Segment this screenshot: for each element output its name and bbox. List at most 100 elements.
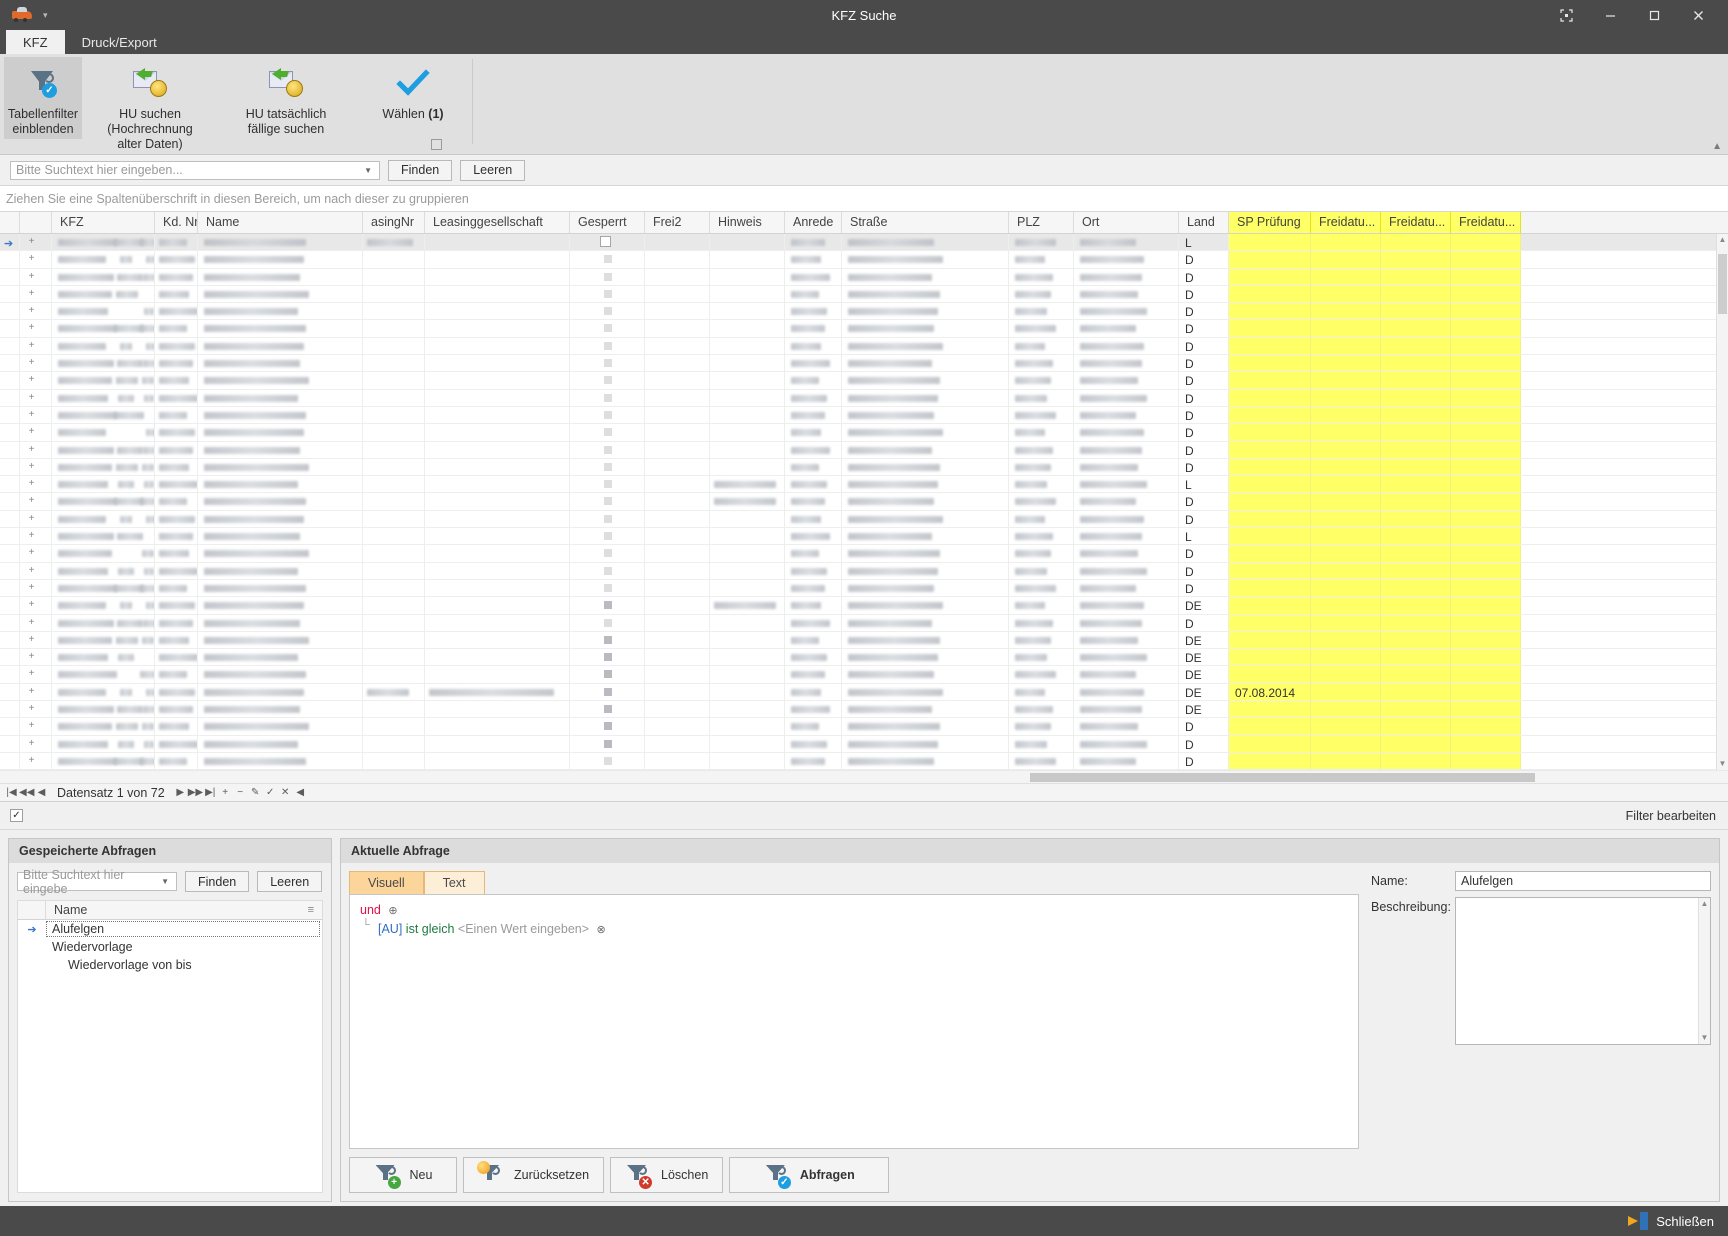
table-cell[interactable] [1229, 303, 1311, 320]
table-cell[interactable] [1381, 545, 1451, 562]
table-cell[interactable] [842, 579, 1009, 597]
table-cell[interactable] [645, 579, 710, 597]
table-cell[interactable] [363, 493, 425, 510]
table-cell[interactable] [155, 735, 198, 752]
table-cell[interactable] [1074, 268, 1179, 285]
table-cell[interactable] [1311, 285, 1381, 303]
table-cell[interactable] [1009, 701, 1074, 718]
table-cell[interactable] [363, 251, 425, 268]
table-cell[interactable] [570, 285, 645, 303]
table-cell[interactable] [198, 528, 363, 545]
nav-first-button[interactable]: |◀ [4, 787, 19, 798]
table-cell[interactable] [1074, 752, 1179, 770]
table-cell[interactable] [1229, 493, 1311, 510]
table-cell[interactable] [363, 528, 425, 545]
table-cell[interactable]: + [20, 355, 52, 372]
table-cell[interactable] [570, 597, 645, 614]
column-header-frei2[interactable]: Frei2 [645, 212, 710, 233]
table-cell[interactable] [363, 562, 425, 579]
table-cell[interactable] [842, 562, 1009, 579]
table-cell[interactable] [1311, 476, 1381, 493]
table-cell[interactable] [0, 701, 20, 718]
table-cell[interactable] [1381, 683, 1451, 701]
table-row[interactable]: + DE 07.08.2014 [0, 683, 1728, 702]
table-cell[interactable] [570, 735, 645, 752]
table-cell[interactable] [198, 562, 363, 579]
table-cell[interactable] [155, 303, 198, 320]
row-expand-icon[interactable]: + [27, 721, 36, 731]
table-row[interactable]: + D [0, 735, 1728, 753]
table-cell[interactable] [198, 441, 363, 458]
table-cell[interactable] [710, 303, 785, 320]
vertical-scroll-thumb[interactable] [1718, 254, 1727, 314]
table-cell[interactable] [1009, 752, 1074, 770]
table-cell[interactable] [1074, 718, 1179, 735]
table-cell[interactable] [52, 631, 155, 649]
table-cell[interactable] [645, 735, 710, 752]
table-cell[interactable] [0, 389, 20, 406]
table-cell[interactable] [710, 718, 785, 735]
table-cell[interactable] [425, 510, 570, 528]
table-cell[interactable] [0, 303, 20, 320]
table-cell[interactable] [198, 251, 363, 268]
row-expand-icon[interactable]: + [27, 461, 36, 472]
table-cell[interactable] [52, 718, 155, 735]
table-cell[interactable] [645, 752, 710, 770]
table-cell[interactable] [785, 303, 842, 320]
table-cell[interactable] [1311, 631, 1381, 649]
table-cell[interactable] [1451, 562, 1521, 579]
table-cell[interactable] [785, 631, 842, 649]
table-cell[interactable] [1311, 718, 1381, 735]
table-cell[interactable]: D [1179, 424, 1229, 441]
table-cell[interactable] [1229, 424, 1311, 441]
search-input[interactable]: Bitte Suchtext hier eingeben... ▼ [10, 160, 380, 180]
table-cell[interactable] [0, 251, 20, 268]
table-cell[interactable] [645, 718, 710, 735]
table-cell[interactable] [1311, 597, 1381, 614]
table-cell[interactable] [363, 666, 425, 683]
scroll-down-icon[interactable]: ▼ [1717, 758, 1728, 770]
table-row[interactable]: + DE [0, 701, 1728, 719]
table-cell[interactable] [785, 337, 842, 355]
table-cell[interactable] [1009, 389, 1074, 406]
table-cell[interactable] [52, 493, 155, 510]
table-cell[interactable] [785, 683, 842, 701]
row-expand-icon[interactable]: + [27, 686, 36, 697]
table-row[interactable]: + DE [0, 631, 1728, 650]
filter-enabled-checkbox[interactable]: ✓ [10, 809, 23, 823]
table-row[interactable]: + D [0, 337, 1728, 356]
table-cell[interactable]: DE [1179, 701, 1229, 718]
table-cell[interactable] [52, 545, 155, 562]
table-cell[interactable] [155, 666, 198, 683]
column-header-plz[interactable]: PLZ [1009, 212, 1074, 233]
table-cell[interactable] [1311, 251, 1381, 268]
group-by-panel[interactable]: Ziehen Sie eine Spaltenüberschrift in di… [0, 186, 1728, 212]
table-row[interactable]: + D [0, 614, 1728, 632]
table-cell[interactable] [1311, 545, 1381, 562]
table-cell[interactable]: D [1179, 389, 1229, 406]
table-cell[interactable] [785, 285, 842, 303]
row-expand-icon[interactable]: + [27, 323, 36, 333]
table-cell[interactable] [155, 268, 198, 285]
table-cell[interactable] [710, 389, 785, 406]
table-cell[interactable] [710, 545, 785, 562]
list-item[interactable]: ➔ Alufelgen [18, 920, 322, 938]
table-cell[interactable] [1381, 355, 1451, 372]
table-cell[interactable] [155, 528, 198, 545]
list-item[interactable]: Wiedervorlage [18, 938, 322, 956]
row-expand-icon[interactable]: + [27, 271, 36, 282]
table-cell[interactable] [785, 372, 842, 389]
table-cell[interactable] [1451, 701, 1521, 718]
tab-visuell[interactable]: Visuell [349, 871, 424, 895]
table-cell[interactable] [842, 303, 1009, 320]
table-cell[interactable] [1451, 251, 1521, 268]
table-cell[interactable] [842, 372, 1009, 389]
table-cell[interactable] [1229, 476, 1311, 493]
table-cell[interactable]: 07.08.2014 [1229, 683, 1311, 701]
table-cell[interactable] [645, 649, 710, 666]
table-cell[interactable] [155, 649, 198, 666]
table-cell[interactable] [645, 562, 710, 579]
table-cell[interactable] [425, 528, 570, 545]
nav-remove-button[interactable]: − [233, 787, 248, 798]
gesperrt-checkbox[interactable] [600, 236, 611, 247]
